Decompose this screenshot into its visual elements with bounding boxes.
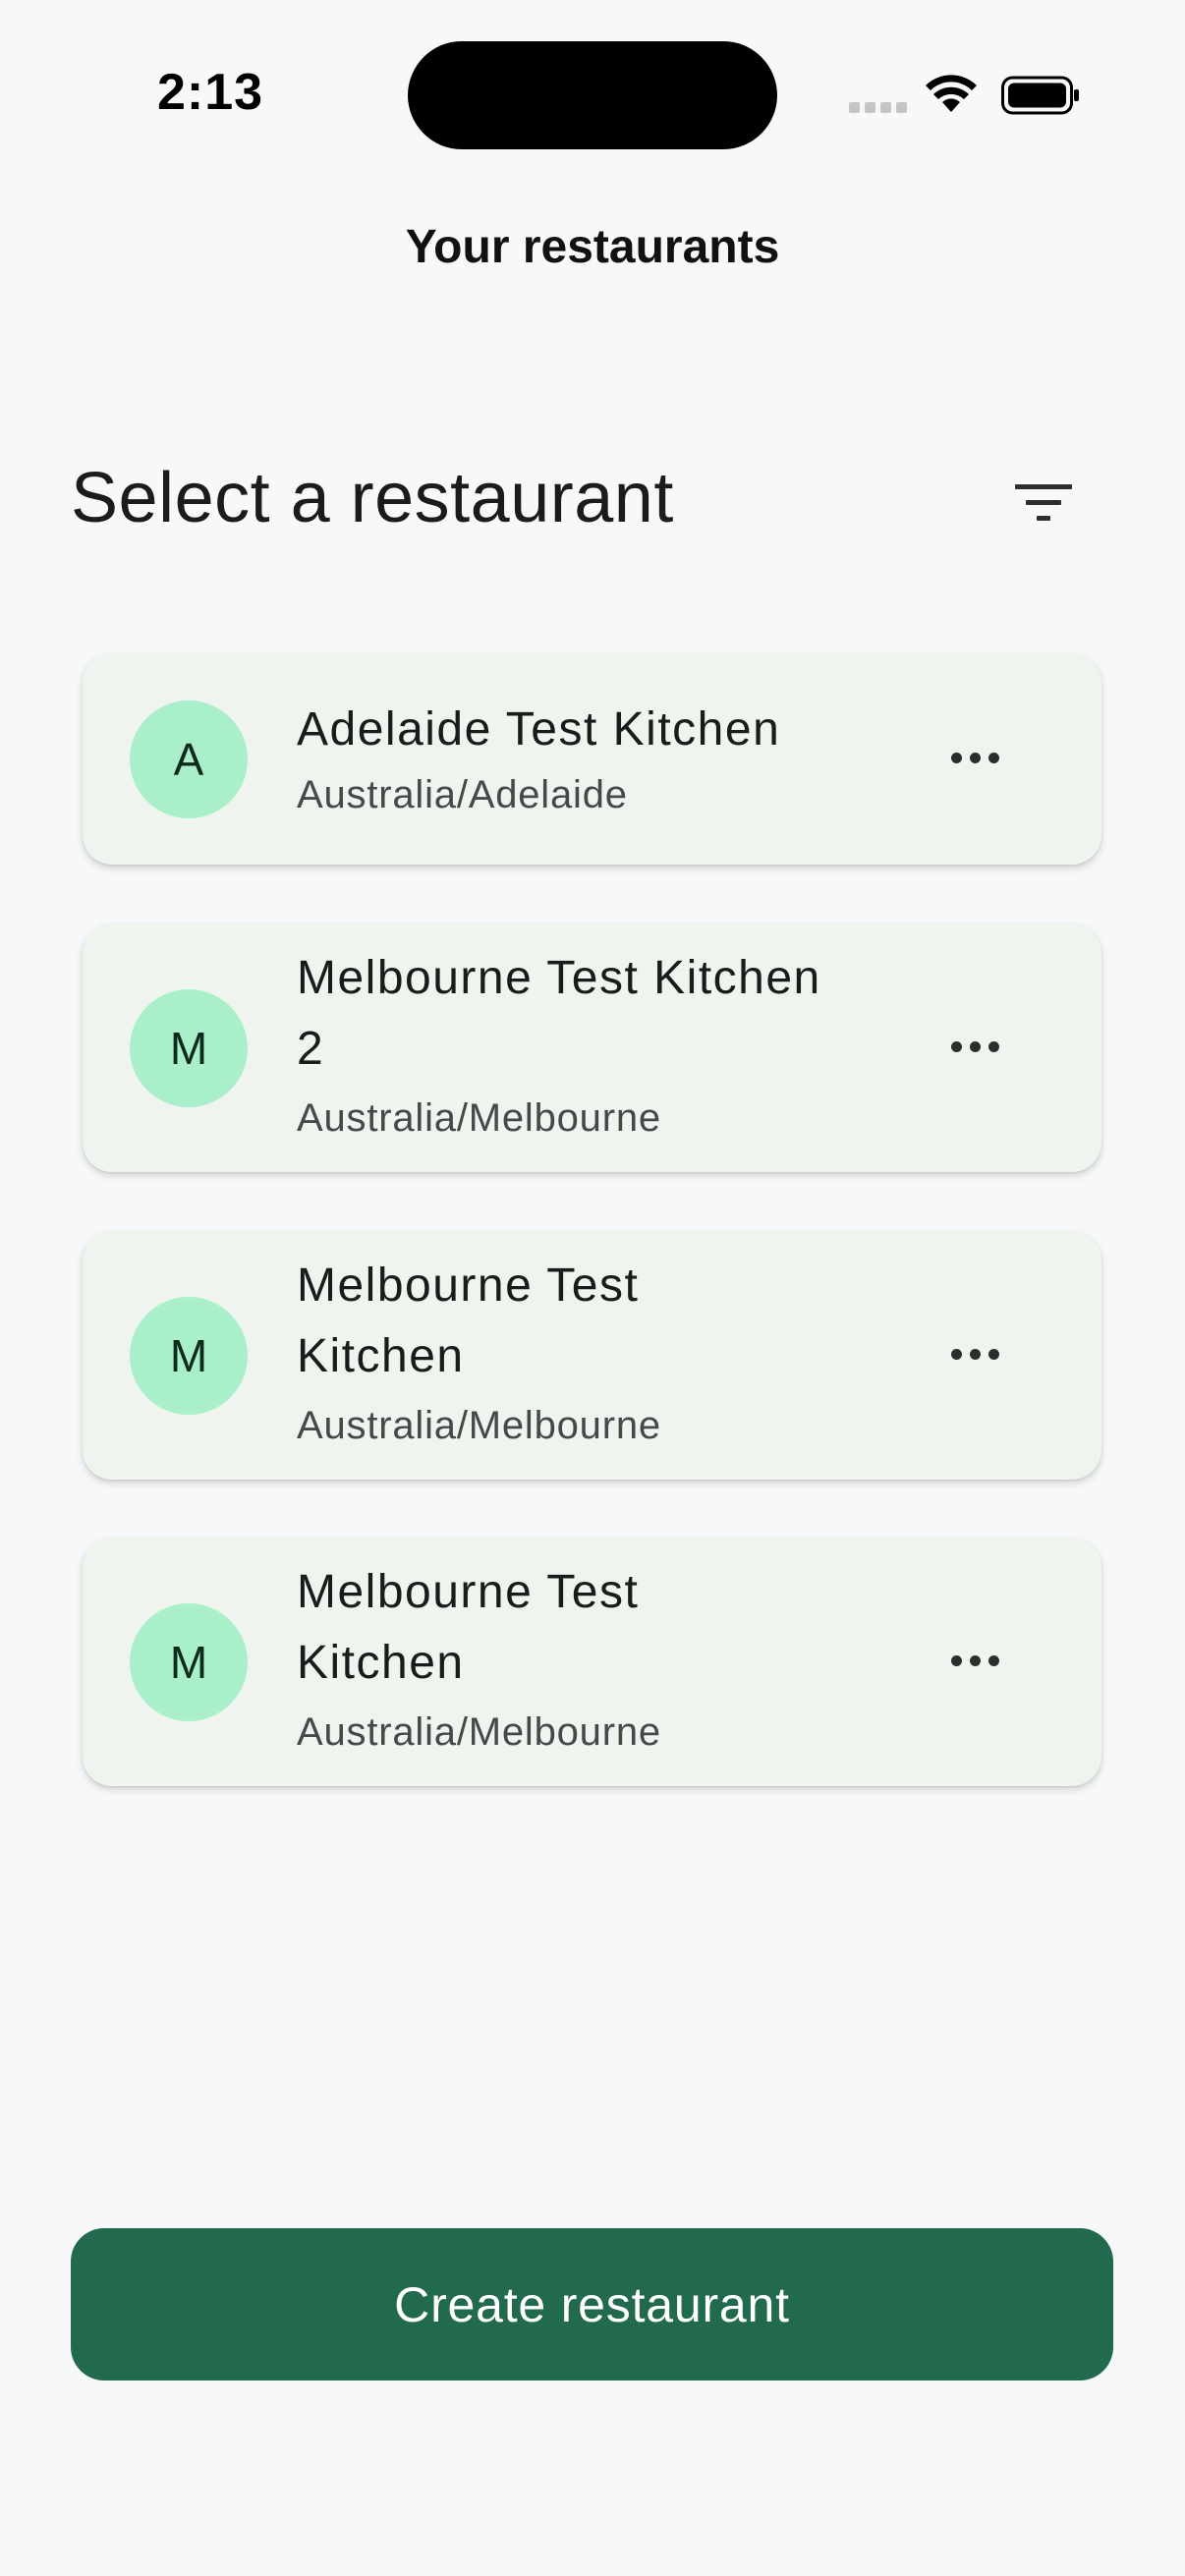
avatar: M: [130, 1297, 248, 1415]
page-title: Your restaurants: [405, 221, 780, 273]
dynamic-island: [408, 41, 777, 149]
restaurant-name: Melbourne Test Kitchen 2: [297, 952, 821, 1075]
screen: 2:13 Your restaurants Select a restauran…: [0, 0, 1185, 2576]
create-restaurant-button[interactable]: Create restaurant: [71, 2228, 1113, 2380]
restaurant-name: Melbourne Test Kitchen: [297, 1260, 640, 1382]
more-options-button[interactable]: [928, 1309, 1022, 1403]
filter-button[interactable]: [1002, 462, 1085, 544]
restaurant-timezone: Australia/Adelaide: [297, 773, 628, 816]
filter-list-icon: [1015, 484, 1072, 521]
section-heading: Select a restaurant: [71, 459, 674, 537]
battery-icon: [1001, 76, 1079, 115]
more-horizontal-icon: [947, 1347, 1003, 1365]
wifi-icon: [926, 75, 977, 112]
avatar: M: [130, 1603, 248, 1721]
avatar: A: [130, 700, 248, 818]
restaurant-timezone: Australia/Melbourne: [297, 1404, 661, 1447]
more-horizontal-icon: [947, 751, 1003, 768]
restaurant-card[interactable]: M Melbourne Test Kitchen 2 Australia/Mel…: [83, 924, 1101, 1172]
status-time: 2:13: [157, 64, 264, 121]
more-horizontal-icon: [947, 1039, 1003, 1057]
cellular-signal-icon: [849, 102, 908, 116]
more-options-button[interactable]: [928, 712, 1022, 807]
restaurant-timezone: Australia/Melbourne: [297, 1710, 661, 1754]
avatar: M: [130, 989, 248, 1107]
more-options-button[interactable]: [928, 1615, 1022, 1709]
restaurant-card[interactable]: M Melbourne Test Kitchen Australia/Melbo…: [83, 1231, 1101, 1480]
restaurant-name: Adelaide Test Kitchen: [297, 703, 781, 756]
restaurant-card[interactable]: A Adelaide Test Kitchen Australia/Adelai…: [83, 653, 1101, 865]
restaurant-card[interactable]: M Melbourne Test Kitchen Australia/Melbo…: [83, 1538, 1101, 1786]
restaurant-timezone: Australia/Melbourne: [297, 1096, 661, 1140]
restaurant-name: Melbourne Test Kitchen: [297, 1566, 640, 1689]
more-options-button[interactable]: [928, 1001, 1022, 1095]
more-horizontal-icon: [947, 1653, 1003, 1671]
